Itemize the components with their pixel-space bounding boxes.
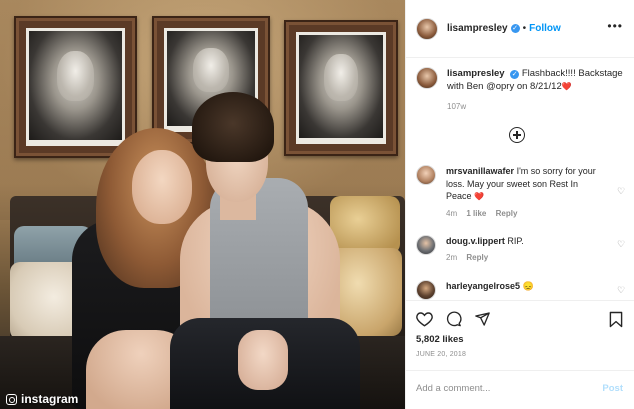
comment: harleyangelrose5 😞 ♡ — [416, 280, 628, 300]
post-header: lisampresley ✓ • Follow ••• — [406, 0, 634, 58]
man-hair — [192, 92, 274, 162]
framed-portrait-left — [14, 16, 137, 158]
avatar[interactable] — [416, 235, 436, 255]
avatar[interactable] — [416, 280, 436, 300]
pillow-gold — [330, 196, 400, 254]
follow-button[interactable]: Follow — [529, 23, 561, 34]
watermark-text: instagram — [21, 392, 79, 406]
comment-age[interactable]: 4m — [446, 209, 457, 218]
avatar[interactable] — [416, 165, 436, 185]
comment-username[interactable]: doug.v.lippert — [446, 236, 505, 246]
comment-text: harleyangelrose5 😞 — [446, 280, 606, 293]
heart-icon[interactable]: ♡ — [617, 187, 626, 196]
bookmark-icon[interactable] — [609, 311, 623, 333]
reply-button[interactable]: Reply — [466, 253, 488, 262]
comment-age[interactable]: 2m — [446, 253, 457, 262]
comment-username[interactable]: harleyangelrose5 — [446, 281, 520, 291]
avatar[interactable] — [416, 17, 438, 40]
comment-text: mrsvanillawafer I'm so sorry for your lo… — [446, 165, 606, 204]
comment-input[interactable] — [416, 379, 586, 397]
comment-likes[interactable]: 1 like — [466, 209, 486, 218]
comment-text: doug.v.lippert RIP. — [446, 235, 606, 248]
post-photo[interactable]: instagram — [0, 0, 405, 409]
post-sidebar: lisampresley ✓ • Follow ••• lisampresley… — [405, 0, 634, 409]
woman-face — [132, 150, 192, 224]
post-actions: 5,802 likes JUNE 20, 2018 — [406, 300, 634, 370]
verified-icon: ✓ — [510, 70, 520, 79]
more-options-icon[interactable]: ••• — [607, 20, 623, 32]
caption-age[interactable]: 107w — [447, 102, 466, 111]
caption-text: lisampresley ✓ Flashback!!!! Backstage w… — [447, 67, 628, 93]
add-comment-bar: Post — [406, 370, 634, 409]
separator-dot: • — [522, 23, 527, 34]
heart-icon[interactable]: ♡ — [617, 286, 626, 295]
comment-body: RIP. — [507, 236, 524, 246]
instagram-icon — [6, 393, 17, 405]
comment: doug.v.lippert RIP. 2m Reply ♡ — [416, 235, 628, 262]
disappointed-emoji: 😞 — [522, 281, 534, 291]
reply-button[interactable]: Reply — [496, 209, 518, 218]
caption: lisampresley ✓ Flashback!!!! Backstage w… — [416, 67, 628, 93]
verified-icon: ✓ — [510, 24, 520, 33]
heart-icon[interactable]: ♡ — [617, 240, 626, 249]
caption-username[interactable]: lisampresley — [447, 68, 505, 79]
heart-emoji: ❤️ — [474, 192, 485, 201]
heart-emoji: ❤️ — [561, 82, 572, 91]
username-link[interactable]: lisampresley — [447, 23, 508, 34]
plus-circle-icon[interactable] — [509, 127, 525, 143]
comment-meta: 4m 1 like Reply — [446, 209, 606, 218]
share-icon[interactable] — [474, 311, 491, 332]
likes-count[interactable]: 5,802 likes — [416, 334, 464, 345]
comment: mrsvanillawafer I'm so sorry for your lo… — [416, 165, 628, 218]
post-date[interactable]: JUNE 20, 2018 — [416, 351, 466, 358]
avatar[interactable] — [416, 67, 438, 89]
comment-icon[interactable] — [445, 311, 462, 332]
heart-icon[interactable] — [416, 311, 433, 332]
post-button[interactable]: Post — [602, 383, 623, 394]
framed-portrait-right — [284, 20, 398, 156]
instagram-watermark: instagram — [6, 392, 78, 406]
comment-meta: 2m Reply — [446, 253, 606, 262]
clasped-hands — [238, 330, 288, 390]
comment-username[interactable]: mrsvanillawafer — [446, 166, 514, 176]
